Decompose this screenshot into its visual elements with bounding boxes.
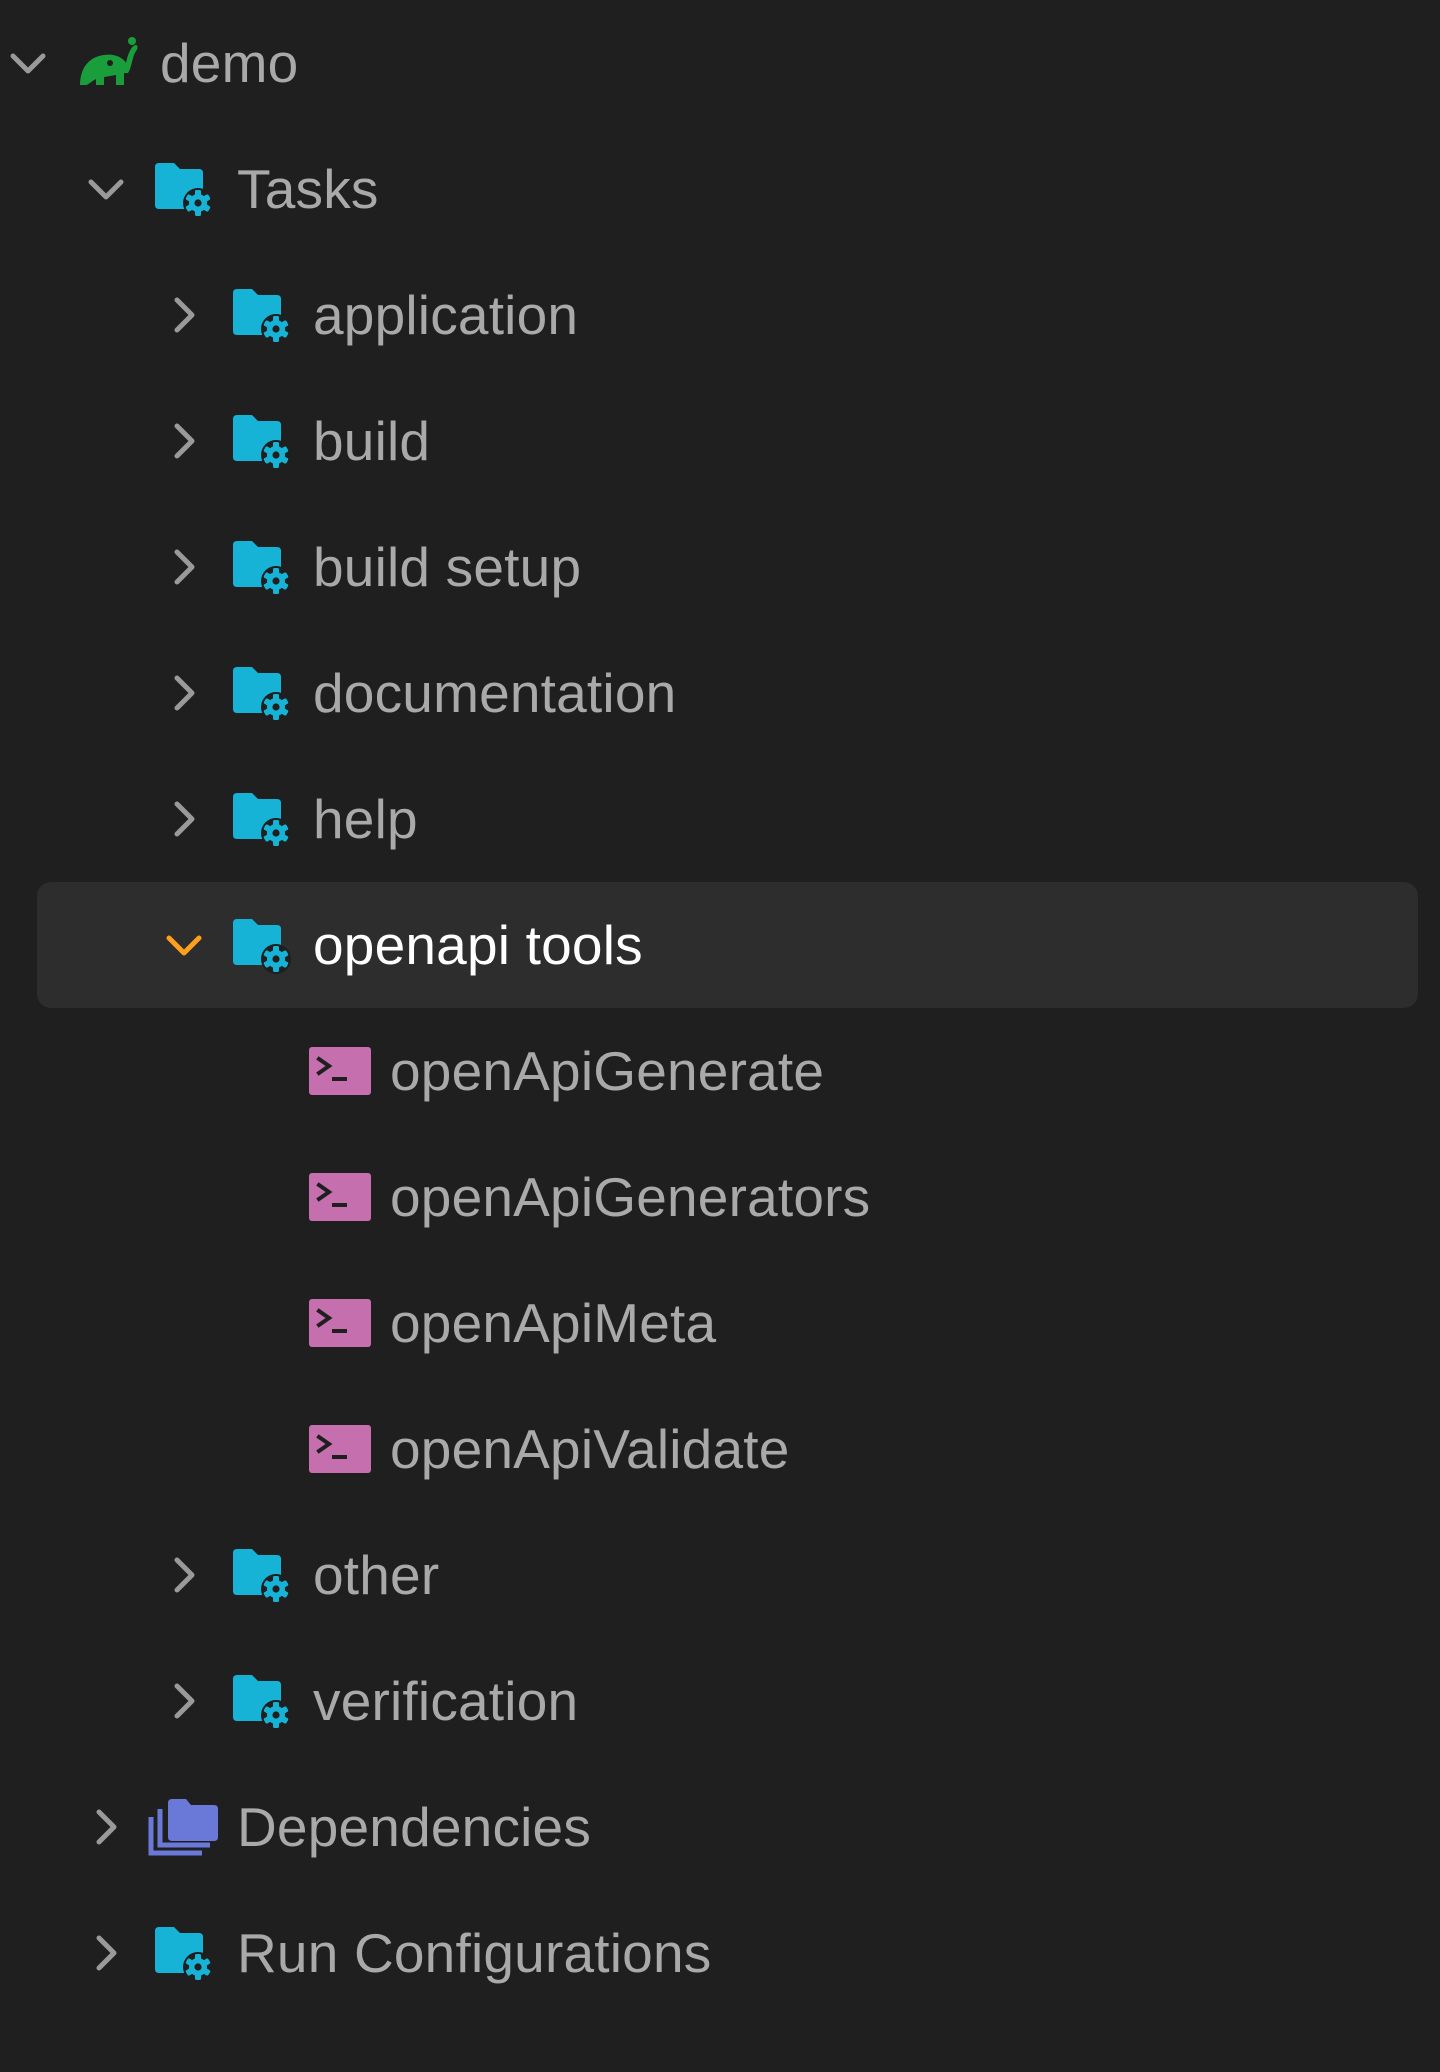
- chevron-down-icon[interactable]: [4, 39, 52, 87]
- folder-gear-icon: [230, 1671, 296, 1731]
- tree-node-label: help: [313, 788, 418, 850]
- tree-node-label: other: [313, 1544, 440, 1606]
- tree-node-tasks[interactable]: Tasks: [0, 126, 1440, 252]
- chevron-right-icon[interactable]: [160, 1551, 208, 1599]
- folder-gear-icon: [230, 915, 296, 975]
- chevron-right-icon[interactable]: [160, 669, 208, 717]
- task-label: openApiGenerators: [390, 1166, 871, 1228]
- tree-node-help[interactable]: help: [0, 756, 1440, 882]
- chevron-right-icon[interactable]: [160, 1677, 208, 1725]
- tree-node-label: build: [313, 410, 431, 472]
- terminal-icon: [306, 1293, 372, 1353]
- folder-gear-icon: [230, 411, 296, 471]
- folder-gear-icon: [230, 789, 296, 849]
- tree-node-documentation[interactable]: documentation: [0, 630, 1440, 756]
- chevron-right-icon[interactable]: [160, 417, 208, 465]
- terminal-icon: [306, 1167, 372, 1227]
- gradle-tool-window-tree: demo Tasks application build build setup…: [0, 0, 1440, 2072]
- task-openapivalidate[interactable]: openApiValidate: [0, 1386, 1440, 1512]
- terminal-icon: [306, 1041, 372, 1101]
- task-openapigenerate[interactable]: openApiGenerate: [0, 1008, 1440, 1134]
- folder-gear-icon: [230, 1545, 296, 1605]
- tree-node-build-setup[interactable]: build setup: [0, 504, 1440, 630]
- tree-node-label: Dependencies: [237, 1796, 592, 1858]
- folder-gear-icon: [230, 285, 296, 345]
- gradle-elephant-icon: [74, 33, 140, 93]
- chevron-down-icon[interactable]: [160, 921, 208, 969]
- folders-icon: [148, 1795, 222, 1859]
- terminal-icon: [306, 1419, 372, 1479]
- tree-node-label: demo: [160, 32, 299, 94]
- chevron-right-icon[interactable]: [160, 291, 208, 339]
- tree-node-label: verification: [313, 1670, 579, 1732]
- tree-node-label: openapi tools: [313, 914, 643, 976]
- chevron-right-icon[interactable]: [160, 543, 208, 591]
- tree-node-other[interactable]: other: [0, 1512, 1440, 1638]
- chevron-down-icon[interactable]: [82, 165, 130, 213]
- tree-node-label: Run Configurations: [237, 1922, 712, 1984]
- folder-gear-icon: [152, 1923, 218, 1983]
- task-label: openApiValidate: [390, 1418, 790, 1480]
- chevron-right-icon[interactable]: [82, 1929, 130, 1977]
- tree-node-build[interactable]: build: [0, 378, 1440, 504]
- tree-node-openapi-tools[interactable]: openapi tools: [0, 882, 1440, 1008]
- task-label: openApiMeta: [390, 1292, 717, 1354]
- tree-node-label: build setup: [313, 536, 582, 598]
- chevron-right-icon[interactable]: [160, 795, 208, 843]
- task-label: openApiGenerate: [390, 1040, 825, 1102]
- chevron-right-icon[interactable]: [82, 1803, 130, 1851]
- tree-node-application[interactable]: application: [0, 252, 1440, 378]
- tree-node-run-configurations[interactable]: Run Configurations: [0, 1890, 1440, 2016]
- tree-node-dependencies[interactable]: Dependencies: [0, 1764, 1440, 1890]
- tree-node-label: documentation: [313, 662, 677, 724]
- task-openapigenerators[interactable]: openApiGenerators: [0, 1134, 1440, 1260]
- folder-gear-icon: [230, 663, 296, 723]
- task-openapimeta[interactable]: openApiMeta: [0, 1260, 1440, 1386]
- tree-node-demo[interactable]: demo: [0, 0, 1440, 126]
- folder-gear-icon: [152, 159, 218, 219]
- tree-node-verification[interactable]: verification: [0, 1638, 1440, 1764]
- tree-node-label: Tasks: [237, 158, 379, 220]
- tree-node-label: application: [313, 284, 579, 346]
- folder-gear-icon: [230, 537, 296, 597]
